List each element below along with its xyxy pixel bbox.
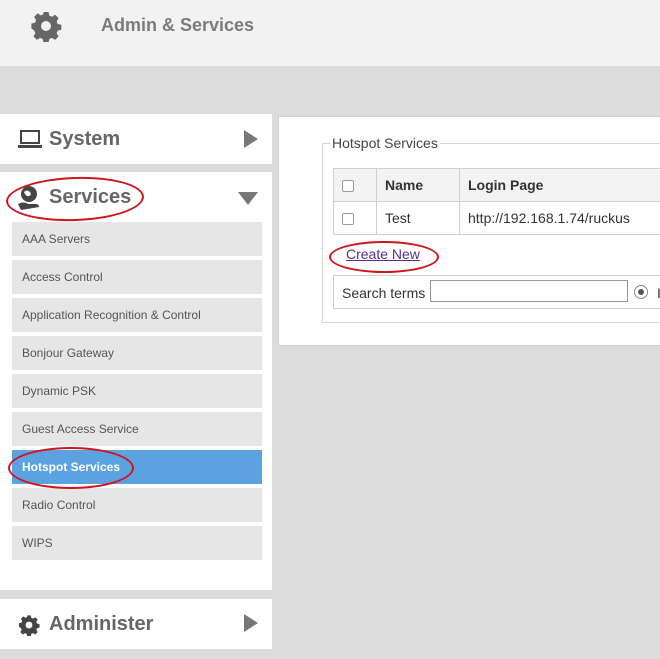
main-panel: Hotspot Services Name Login Page Test ht… [278, 116, 660, 346]
sidebar-system-label: System [49, 128, 121, 150]
sidebar-section-system[interactable]: System [0, 114, 272, 164]
table-header-row: Name Login Page [333, 168, 660, 202]
sidebar-item-label: Radio Control [22, 498, 96, 512]
sidebar-section-administer[interactable]: Administer [0, 599, 272, 649]
sidebar-item-access-control[interactable]: Access Control [12, 260, 262, 294]
section-title: Hotspot Services [330, 135, 440, 151]
sidebar-item-label: AAA Servers [22, 232, 91, 246]
sidebar-services-label[interactable]: Services [49, 186, 131, 209]
sidebar-item-label: Guest Access Service [22, 422, 139, 436]
chevron-right-icon [244, 130, 258, 148]
chevron-down-icon[interactable] [238, 192, 258, 205]
select-all-cell [333, 168, 377, 202]
row-checkbox[interactable] [342, 213, 354, 226]
sidebar-item-label: Hotspot Services [22, 460, 121, 474]
search-input[interactable] [430, 280, 628, 302]
row-select-cell [333, 201, 377, 235]
sidebar-item-label: Access Control [22, 270, 103, 284]
sidebar-item-guest-access[interactable]: Guest Access Service [12, 412, 262, 446]
column-header-name[interactable]: Name [376, 168, 460, 202]
gear-icon [18, 615, 40, 636]
search-radio[interactable] [634, 285, 648, 299]
sidebar-item-bonjour-gateway[interactable]: Bonjour Gateway [12, 336, 262, 370]
search-row: Search terms I [333, 275, 660, 309]
sidebar-item-radio-control[interactable]: Radio Control [12, 488, 262, 522]
column-header-login-page[interactable]: Login Page [459, 168, 660, 202]
cell-login-page: http://192.168.1.74/ruckus [459, 201, 660, 235]
search-label: Search terms [342, 285, 426, 301]
sidebar-item-app-recognition[interactable]: Application Recognition & Control [12, 298, 262, 332]
sidebar-administer-label: Administer [49, 613, 154, 635]
sidebar-item-label: Dynamic PSK [22, 384, 97, 398]
sidebar-item-dynamic-psk[interactable]: Dynamic PSK [12, 374, 262, 408]
cell-name: Test [376, 201, 460, 235]
sidebar-item-wips[interactable]: WIPS [12, 526, 262, 560]
sidebar-item-label: Bonjour Gateway [22, 346, 115, 360]
select-all-checkbox[interactable] [342, 180, 354, 193]
create-new-link[interactable]: Create New [346, 246, 420, 262]
gear-icon [31, 12, 62, 42]
sidebar-item-label: Application Recognition & Control [22, 308, 201, 322]
laptop-icon [18, 130, 42, 148]
chevron-right-icon [244, 614, 258, 632]
page-title: Admin & Services [101, 15, 255, 35]
table-row[interactable]: Test http://192.168.1.74/ruckus [333, 201, 660, 235]
sidebar-item-hotspot-services[interactable]: Hotspot Services [12, 450, 262, 484]
top-bar: Admin & Services [0, 0, 660, 66]
sidebar-item-label: WIPS [22, 536, 53, 550]
hotspot-table: Name Login Page Test http://192.168.1.74… [333, 168, 660, 235]
services-globe-hand-icon [18, 186, 39, 210]
sidebar-item-aaa-servers[interactable]: AAA Servers [12, 222, 262, 256]
